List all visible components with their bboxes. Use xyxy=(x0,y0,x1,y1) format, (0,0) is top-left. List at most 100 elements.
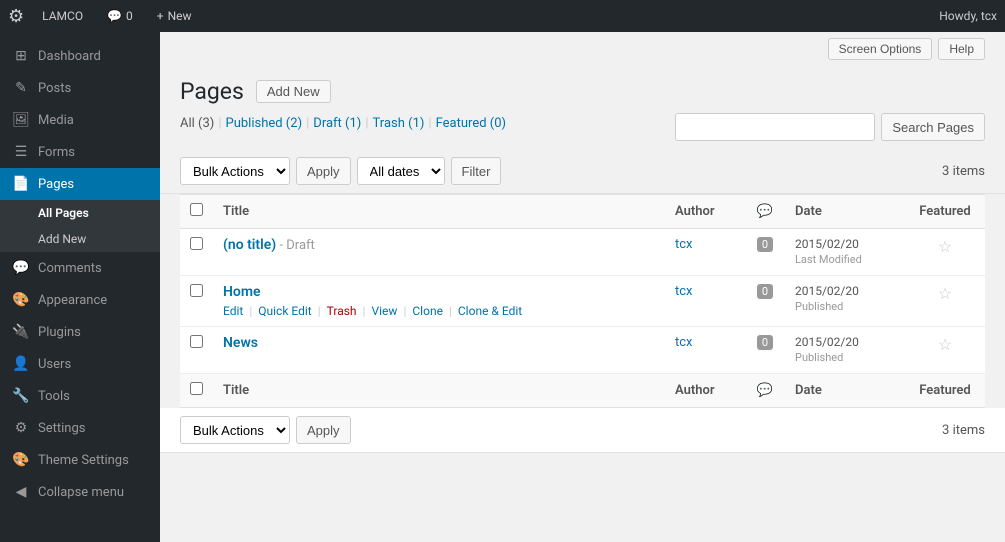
sidebar-item-plugins[interactable]: 🔌 Plugins xyxy=(0,316,160,348)
title-footer: Title xyxy=(213,374,665,408)
posts-icon: ✎ xyxy=(12,80,30,96)
settings-icon: ⚙ xyxy=(12,420,30,436)
date-3: 2015/02/20 xyxy=(795,335,859,349)
view-action-2[interactable]: View xyxy=(371,304,397,318)
apply-button-top[interactable]: Apply xyxy=(296,157,351,185)
search-input[interactable] xyxy=(675,113,875,141)
admin-bar-right: Howdy, tcx xyxy=(939,9,997,23)
row-checkbox-1[interactable] xyxy=(190,237,203,250)
table-wrapper: Title Author 💬 Date Featured xyxy=(160,194,1005,408)
filter-all[interactable]: All (3) xyxy=(180,116,214,131)
sidebar-item-comments[interactable]: 💬 Comments xyxy=(0,252,160,284)
screen-options-button[interactable]: Screen Options xyxy=(828,38,933,60)
author-link-3[interactable]: tcx xyxy=(675,335,693,350)
filter-button[interactable]: Filter xyxy=(451,157,502,185)
filter-trash[interactable]: Trash (1) xyxy=(373,116,425,131)
featured-header: Featured xyxy=(905,195,985,229)
comment-count-3: 0 xyxy=(757,335,773,350)
sidebar-item-label: Collapse menu xyxy=(38,485,124,500)
sidebar-item-tools[interactable]: 🔧 Tools xyxy=(0,380,160,412)
featured-star-2[interactable]: ☆ xyxy=(938,284,952,303)
main-content: Screen Options Help Pages Add New All (3… xyxy=(160,32,1005,542)
select-all-checkbox[interactable] xyxy=(190,203,203,216)
page-title-link-1[interactable]: (no title) xyxy=(223,237,276,253)
sidebar-item-theme-settings[interactable]: 🎨 Theme Settings xyxy=(0,444,160,476)
sidebar-item-label: Plugins xyxy=(38,325,81,340)
comment-bubble-icon-footer: 💬 xyxy=(757,383,773,398)
author-footer: Author xyxy=(665,374,745,408)
search-pages-button[interactable]: Search Pages xyxy=(881,113,985,141)
table-row: (no title) - Draft tcx 0 2015/02/20 Last… xyxy=(180,229,985,276)
search-area: Search Pages xyxy=(675,113,985,141)
media-icon: 🖼 xyxy=(12,112,30,128)
sidebar-item-posts[interactable]: ✎ Posts xyxy=(0,72,160,104)
sidebar-item-label: Users xyxy=(38,357,71,372)
filter-published[interactable]: Published (2) xyxy=(226,116,303,131)
comment-footer: 💬 xyxy=(745,374,785,408)
filter-featured[interactable]: Featured (0) xyxy=(436,116,506,131)
sidebar-item-label: Settings xyxy=(38,421,85,436)
author-link-1[interactable]: tcx xyxy=(675,237,693,252)
filter-draft[interactable]: Draft (1) xyxy=(313,116,361,131)
admin-bar: ⚙ LAMCO 💬 0 + New Howdy, tcx xyxy=(0,0,1005,32)
date-status-2: Published xyxy=(795,300,843,313)
sidebar-item-label: Media xyxy=(38,113,74,128)
row-checkbox-3[interactable] xyxy=(190,335,203,348)
comment-header: 💬 xyxy=(745,195,785,229)
bulk-actions-select-bottom[interactable]: Bulk Actions xyxy=(180,416,290,444)
site-name-link[interactable]: LAMCO xyxy=(36,0,89,32)
sidebar-item-label: Posts xyxy=(38,81,71,96)
sidebar-item-media[interactable]: 🖼 Media xyxy=(0,104,160,136)
sidebar-item-label: Comments xyxy=(38,261,102,276)
theme-settings-icon: 🎨 xyxy=(12,452,30,468)
apply-button-bottom[interactable]: Apply xyxy=(296,416,351,444)
sidebar-item-forms[interactable]: ☰ Forms xyxy=(0,136,160,168)
sidebar-item-settings[interactable]: ⚙ Settings xyxy=(0,412,160,444)
plus-icon: + xyxy=(157,9,164,23)
top-buttons-row: Screen Options Help xyxy=(160,32,1005,66)
header-area: Pages Add New All (3) | Published (2) | … xyxy=(160,66,1005,149)
row-checkbox-2[interactable] xyxy=(190,284,203,297)
add-new-button[interactable]: Add New xyxy=(256,80,331,103)
items-count-bottom: 3 items xyxy=(942,423,985,438)
new-content-link[interactable]: + New xyxy=(151,0,198,32)
clone-edit-action-2[interactable]: Clone & Edit xyxy=(458,304,522,318)
edit-action-2[interactable]: Edit xyxy=(223,304,243,318)
sidebar-item-label: Tools xyxy=(38,389,70,404)
page-title-link-3[interactable]: News xyxy=(223,335,258,351)
sidebar-sub-all-pages[interactable]: All Pages xyxy=(30,200,160,226)
quick-edit-action-2[interactable]: Quick Edit xyxy=(258,304,311,318)
top-controls-row: Bulk Actions Apply All dates Filter 3 it… xyxy=(160,149,1005,194)
pages-table: Title Author 💬 Date Featured xyxy=(180,194,985,408)
user-greeting[interactable]: Howdy, tcx xyxy=(939,9,997,23)
featured-star-3[interactable]: ☆ xyxy=(938,335,952,354)
sidebar-sub-add-new[interactable]: Add New xyxy=(30,226,160,252)
trash-action-2[interactable]: Trash xyxy=(327,304,357,318)
featured-star-1[interactable]: ☆ xyxy=(938,237,952,256)
page-status-1: - Draft xyxy=(279,238,314,253)
plugins-icon: 🔌 xyxy=(12,324,30,340)
page-title-row: Pages Add New xyxy=(180,78,985,105)
sidebar-item-appearance[interactable]: 🎨 Appearance xyxy=(0,284,160,316)
bulk-actions-select-top[interactable]: Bulk Actions xyxy=(180,157,290,185)
pages-submenu: All Pages Add New xyxy=(0,200,160,252)
comment-icon: 💬 xyxy=(107,9,122,23)
dates-select[interactable]: All dates xyxy=(357,157,445,185)
help-button[interactable]: Help xyxy=(938,38,985,60)
collapse-icon: ◀ xyxy=(12,484,30,500)
sidebar-item-users[interactable]: 👤 Users xyxy=(0,348,160,380)
sidebar-item-pages[interactable]: 📄 Pages xyxy=(0,168,160,200)
comments-link[interactable]: 💬 0 xyxy=(101,0,139,32)
table-footer-row: Title Author 💬 Date Featured xyxy=(180,374,985,408)
sidebar-item-dashboard[interactable]: ⊞ Dashboard xyxy=(0,40,160,72)
sidebar-collapse-button[interactable]: ◀ Collapse menu xyxy=(0,476,160,508)
wp-logo-icon[interactable]: ⚙ xyxy=(8,6,24,27)
select-all-checkbox-footer[interactable] xyxy=(190,382,203,395)
comments-count: 0 xyxy=(126,9,133,23)
bottom-controls-row: Bulk Actions Apply 3 items xyxy=(160,408,1005,453)
page-title-link-2[interactable]: Home xyxy=(223,284,261,300)
clone-action-2[interactable]: Clone xyxy=(412,304,443,318)
table-row: Home Edit | Quick Edit | Trash | View | … xyxy=(180,276,985,327)
date-status-1: Last Modified xyxy=(795,253,862,266)
author-link-2[interactable]: tcx xyxy=(675,284,693,299)
